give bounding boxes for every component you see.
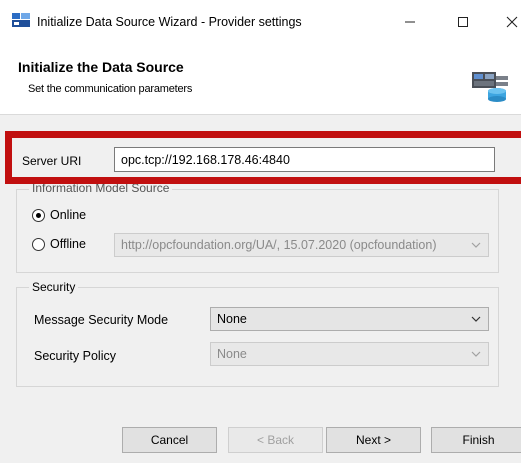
- close-icon: [506, 16, 518, 28]
- radio-checked-icon[interactable]: [32, 208, 45, 222]
- minimize-icon: [405, 21, 415, 23]
- security-policy-label: Security Policy: [34, 349, 116, 363]
- offline-model-value: http://opcfoundation.org/UA/, 15.07.2020…: [121, 238, 437, 252]
- server-uri-input[interactable]: [114, 147, 495, 172]
- title-bar: Initialize Data Source Wizard - Provider…: [0, 0, 521, 44]
- message-security-mode-value: None: [217, 312, 247, 326]
- wizard-app-icon: [12, 13, 30, 27]
- security-group: [16, 287, 499, 387]
- page-subtitle: Set the communication parameters: [28, 83, 193, 95]
- wizard-header: Initialize the Data Source Set the commu…: [0, 44, 521, 114]
- online-radio[interactable]: Online: [32, 208, 86, 222]
- next-button[interactable]: Next >: [326, 427, 421, 453]
- window-title: Initialize Data Source Wizard - Provider…: [37, 15, 302, 29]
- security-group-label: Security: [29, 280, 79, 294]
- message-security-mode-select[interactable]: None: [210, 307, 489, 331]
- maximize-icon: [458, 17, 468, 27]
- maximize-button[interactable]: [448, 10, 478, 34]
- back-button: < Back: [228, 427, 323, 453]
- information-model-group: [16, 189, 499, 273]
- message-security-mode-label: Message Security Mode: [34, 313, 169, 327]
- data-source-icon: [472, 72, 508, 102]
- radio-unchecked-icon[interactable]: [32, 237, 45, 251]
- page-title: Initialize the Data Source: [18, 59, 184, 75]
- chevron-down-icon: [471, 351, 481, 357]
- server-uri-label: Server URI: [22, 154, 82, 168]
- finish-button[interactable]: Finish: [431, 427, 521, 453]
- offline-radio[interactable]: Offline: [32, 237, 86, 251]
- chevron-down-icon: [471, 242, 481, 248]
- online-radio-label: Online: [50, 208, 87, 222]
- cancel-button[interactable]: Cancel: [122, 427, 217, 453]
- close-button[interactable]: [497, 10, 521, 34]
- security-policy-select: None: [210, 342, 489, 366]
- chevron-down-icon: [471, 316, 481, 322]
- offline-model-select: http://opcfoundation.org/UA/, 15.07.2020…: [114, 233, 489, 257]
- information-model-group-label: Information Model Source: [29, 181, 173, 195]
- minimize-button[interactable]: [395, 10, 425, 34]
- security-policy-value: None: [217, 347, 247, 361]
- offline-radio-label: Offline: [50, 237, 86, 251]
